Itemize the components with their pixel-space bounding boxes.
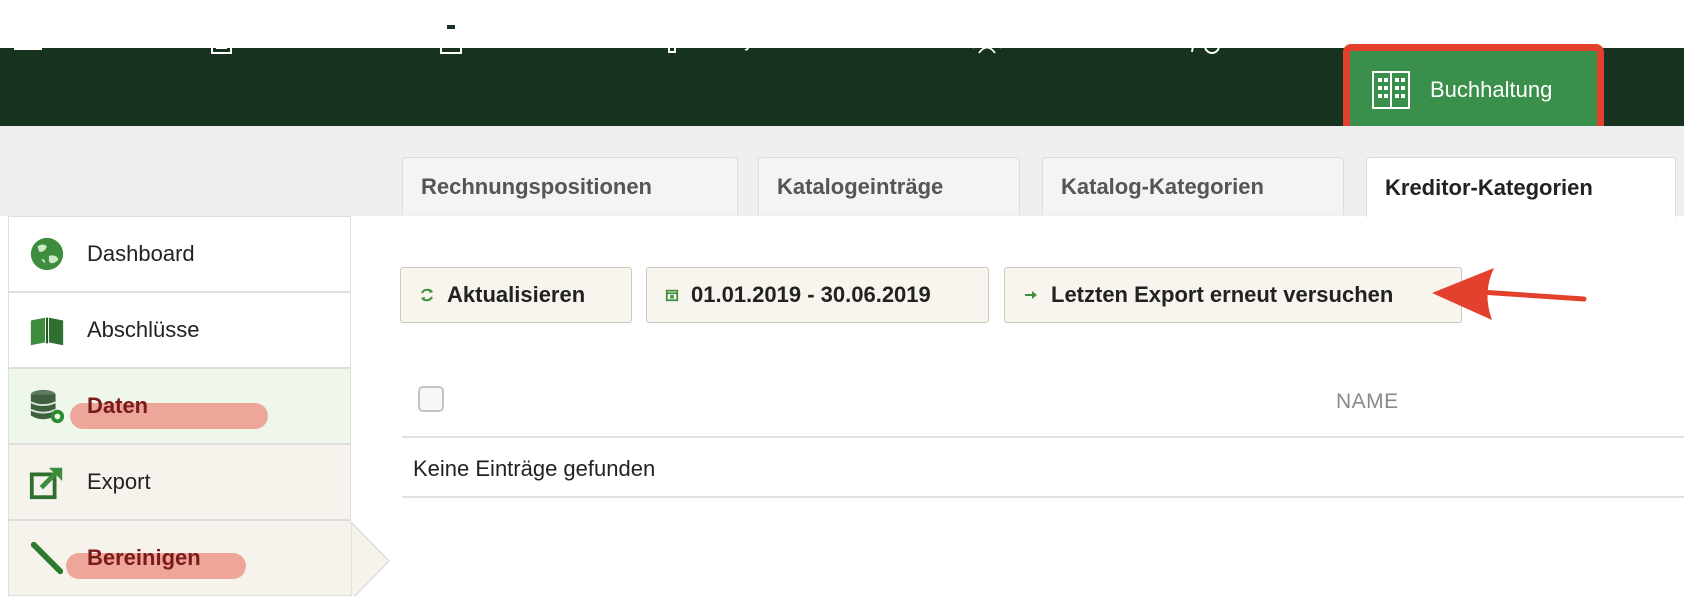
sidebar-item-bereinigen[interactable]: Bereinigen <box>8 520 351 596</box>
tab-katalogeintraege[interactable]: Katalogeinträge <box>758 157 1020 215</box>
tab-rechnungspositionen[interactable]: Rechnungspositionen <box>402 157 738 215</box>
date-range-button[interactable]: 01.01.2019 - 30.06.2019 <box>646 267 989 323</box>
payroll-clock-icon <box>1188 22 1222 56</box>
tab-kreditor-kategorien[interactable]: Kreditor-Kategorien <box>1366 157 1676 217</box>
nav-item-kreditoren[interactable]: Kreditoren <box>434 0 581 78</box>
ledger-icon <box>1370 69 1412 111</box>
sidebar-item-abschluesse[interactable]: Abschlüsse <box>8 292 351 368</box>
arrow-right-icon <box>1023 287 1039 303</box>
nav-label-debitoren: Debitoren <box>252 26 345 51</box>
nav-item-debitoren[interactable]: Debitoren <box>204 0 345 78</box>
checklist-icon <box>664 22 698 56</box>
nav-label-kreditoren: Kreditoren <box>482 26 581 51</box>
document-icon <box>204 22 238 56</box>
people-icon <box>970 22 1004 56</box>
refresh-button[interactable]: Aktualisieren <box>400 267 632 323</box>
refresh-icon <box>419 287 435 303</box>
clipboard-icon <box>434 22 468 56</box>
tab-label: Kreditor-Kategorien <box>1385 174 1593 200</box>
active-item-pointer <box>351 521 391 596</box>
nav-label-lohn: Lohn <box>1236 26 1284 51</box>
home-dashboard-icon <box>12 22 46 56</box>
tab-label: Rechnungspositionen <box>421 173 652 199</box>
refresh-button-label: Aktualisieren <box>447 282 586 307</box>
nav-item-buchhaltung[interactable]: Buchhaltung <box>1343 44 1604 135</box>
tab-label: Katalogeinträge <box>777 173 944 199</box>
nav-label-buchhaltung: Buchhaltung <box>1430 76 1553 102</box>
annotation-arrow-icon <box>1432 268 1587 320</box>
nav-item-lohn[interactable]: Lohn <box>1188 0 1284 78</box>
column-header-name[interactable]: NAME <box>1336 390 1399 414</box>
export-icon <box>27 462 67 502</box>
sidebar-item-label: Abschlüsse <box>87 317 200 342</box>
select-all-checkbox[interactable] <box>418 386 444 412</box>
retry-export-label: Letzten Export erneut versuchen <box>1051 282 1394 307</box>
sidebar-item-label: Dashboard <box>87 241 195 266</box>
sidebar-item-export[interactable]: Export <box>8 444 351 520</box>
nav-label-projekte-zeiten: Projekte & Zeiten <box>712 26 876 51</box>
sidebar-item-label: Daten <box>87 393 149 418</box>
retry-export-button[interactable]: Letzten Export erneut versuchen <box>1004 267 1462 323</box>
nav-label-home: Home <box>60 26 118 51</box>
globe-icon <box>27 234 67 274</box>
date-range-label: 01.01.2019 - 30.06.2019 <box>691 282 931 307</box>
broom-icon <box>27 538 67 578</box>
nav-item-home[interactable]: Home <box>12 0 118 78</box>
sidebar-item-label: Bereinigen <box>87 545 201 570</box>
sidebar-item-label: Export <box>87 469 151 494</box>
tab-katalog-kategorien[interactable]: Katalog-Kategorien <box>1042 157 1344 215</box>
empty-table-message: Keine Einträge gefunden <box>413 456 656 481</box>
nav-label-kontakte: Kontakte <box>1018 26 1103 51</box>
tab-label: Katalog-Kategorien <box>1061 173 1264 199</box>
nav-item-projekte-zeiten[interactable]: Projekte & Zeiten <box>664 0 876 78</box>
sidebar-item-dashboard[interactable]: Dashboard <box>8 216 351 292</box>
nav-item-kontakte[interactable]: Kontakte <box>970 0 1103 78</box>
calendar-icon <box>665 288 679 302</box>
table-row-divider <box>402 496 1684 498</box>
table-header-divider <box>402 436 1684 438</box>
book-icon <box>27 310 67 350</box>
database-gear-icon <box>27 386 67 426</box>
